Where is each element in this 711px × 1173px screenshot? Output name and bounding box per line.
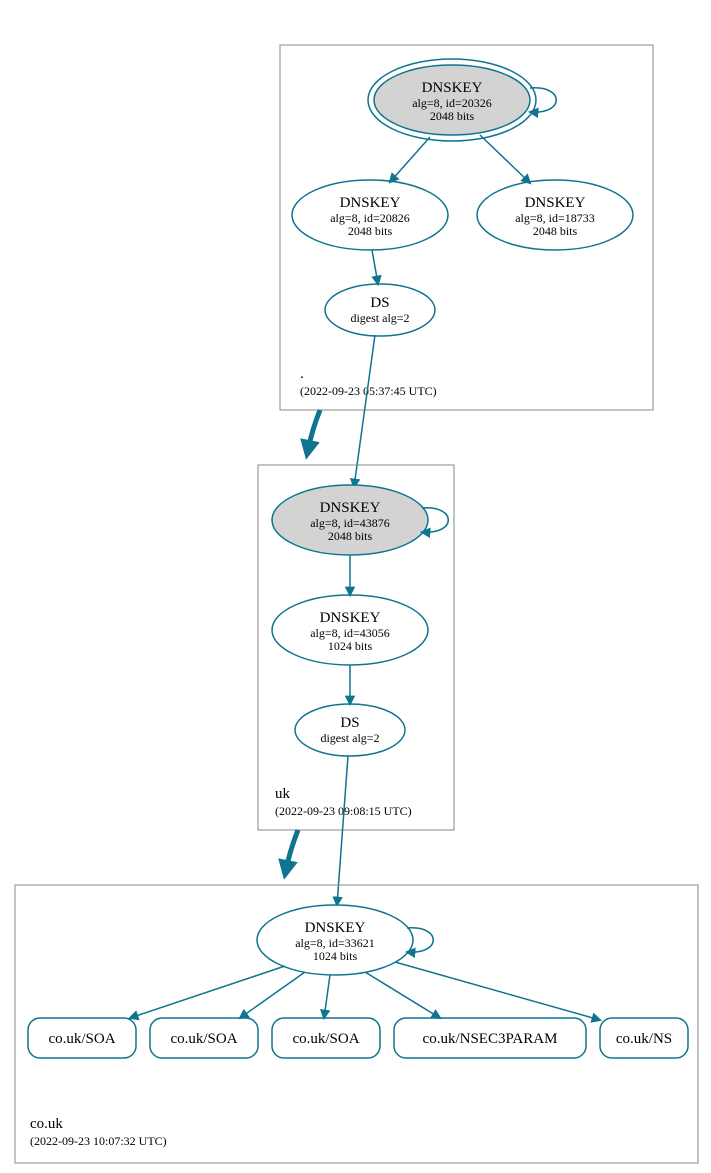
edge-uk-to-couk-zone — [286, 830, 298, 870]
svg-text:DNSKEY: DNSKEY — [525, 195, 586, 211]
svg-text:DNSKEY: DNSKEY — [422, 80, 483, 96]
edge-root-ds-uk-ksk — [354, 335, 375, 487]
zone-uk-label: uk — [275, 786, 291, 802]
svg-text:DS: DS — [370, 295, 389, 311]
edge-couk-zsk-soa3 — [324, 975, 330, 1018]
edge-root-ksk-zsk2 — [480, 135, 530, 183]
svg-text:DNSKEY: DNSKEY — [340, 195, 401, 211]
svg-text:DNSKEY: DNSKEY — [320, 610, 381, 626]
node-root-zsk2: DNSKEY alg=8, id=18733 2048 bits — [477, 180, 633, 250]
edge-root-to-uk-zone — [308, 410, 320, 450]
node-couk-nsec3param: co.uk/NSEC3PARAM — [394, 1018, 586, 1058]
svg-text:2048 bits: 2048 bits — [533, 224, 578, 238]
node-couk-soa3: co.uk/SOA — [272, 1018, 380, 1058]
zone-root: . (2022-09-23 05:37:45 UTC) DNSKEY alg=8… — [280, 45, 653, 410]
svg-text:co.uk/SOA: co.uk/SOA — [170, 1031, 237, 1047]
edge-root-zsk1-ds — [372, 250, 378, 284]
svg-text:digest alg=2: digest alg=2 — [350, 311, 409, 325]
svg-text:alg=8, id=33621: alg=8, id=33621 — [295, 936, 375, 950]
svg-text:alg=8, id=20326: alg=8, id=20326 — [412, 96, 492, 110]
node-couk-zsk: DNSKEY alg=8, id=33621 1024 bits — [257, 905, 413, 975]
svg-text:co.uk/NSEC3PARAM: co.uk/NSEC3PARAM — [423, 1031, 558, 1047]
svg-text:digest alg=2: digest alg=2 — [320, 731, 379, 745]
zone-couk: co.uk (2022-09-23 10:07:32 UTC) DNSKEY a… — [15, 885, 698, 1163]
edge-couk-zsk-ns — [395, 962, 600, 1020]
node-couk-ns: co.uk/NS — [600, 1018, 688, 1058]
svg-text:co.uk/SOA: co.uk/SOA — [292, 1031, 359, 1047]
zone-uk: uk (2022-09-23 09:08:15 UTC) DNSKEY alg=… — [258, 465, 454, 830]
node-root-ksk: DNSKEY alg=8, id=20326 2048 bits — [368, 59, 536, 141]
zone-root-label: . — [300, 366, 304, 382]
node-uk-zsk: DNSKEY alg=8, id=43056 1024 bits — [272, 595, 428, 665]
node-uk-ds: DS digest alg=2 — [295, 704, 405, 756]
edge-couk-zsk-soa1 — [130, 966, 285, 1018]
edge-root-ksk-zsk1 — [390, 137, 430, 182]
svg-text:alg=8, id=43056: alg=8, id=43056 — [310, 626, 390, 640]
svg-text:1024 bits: 1024 bits — [328, 639, 373, 653]
node-root-ds: DS digest alg=2 — [325, 284, 435, 336]
svg-text:alg=8, id=18733: alg=8, id=18733 — [515, 211, 595, 225]
svg-text:DS: DS — [340, 715, 359, 731]
svg-text:alg=8, id=20826: alg=8, id=20826 — [330, 211, 410, 225]
node-uk-ksk: DNSKEY alg=8, id=43876 2048 bits — [272, 485, 428, 555]
svg-text:2048 bits: 2048 bits — [328, 529, 373, 543]
svg-text:co.uk/SOA: co.uk/SOA — [48, 1031, 115, 1047]
node-couk-soa2: co.uk/SOA — [150, 1018, 258, 1058]
svg-text:1024 bits: 1024 bits — [313, 949, 358, 963]
svg-text:alg=8, id=43876: alg=8, id=43876 — [310, 516, 390, 530]
svg-text:2048 bits: 2048 bits — [430, 109, 475, 123]
svg-text:2048 bits: 2048 bits — [348, 224, 393, 238]
edge-couk-zsk-soa2 — [240, 972, 305, 1018]
svg-text:DNSKEY: DNSKEY — [305, 920, 366, 936]
zone-couk-label: co.uk — [30, 1116, 63, 1132]
node-couk-soa1: co.uk/SOA — [28, 1018, 136, 1058]
dnssec-chain-diagram: . (2022-09-23 05:37:45 UTC) DNSKEY alg=8… — [0, 0, 711, 1173]
edge-couk-zsk-nsec3 — [365, 972, 440, 1018]
node-root-zsk1: DNSKEY alg=8, id=20826 2048 bits — [292, 180, 448, 250]
svg-text:co.uk/NS: co.uk/NS — [616, 1031, 672, 1047]
zone-couk-time: (2022-09-23 10:07:32 UTC) — [30, 1134, 167, 1148]
svg-text:DNSKEY: DNSKEY — [320, 500, 381, 516]
